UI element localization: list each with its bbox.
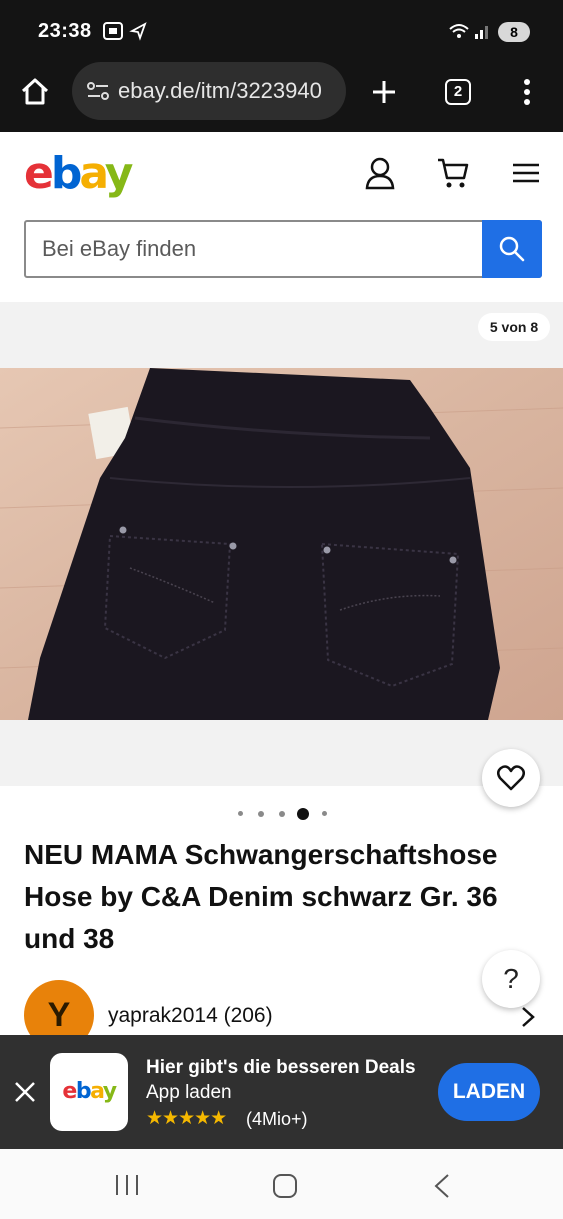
close-icon[interactable] xyxy=(14,1081,36,1108)
recent-apps-icon[interactable] xyxy=(114,1174,140,1201)
product-photo[interactable] xyxy=(0,368,563,720)
heart-icon xyxy=(497,765,525,796)
site-header: ebay xyxy=(0,132,563,302)
home-button-icon[interactable] xyxy=(272,1173,298,1204)
more-menu-icon[interactable] xyxy=(518,78,536,111)
banner-subline: App laden xyxy=(146,1082,232,1103)
screenshot-icon xyxy=(102,20,124,42)
seller-name[interactable]: yaprak2014 (206) xyxy=(108,1004,273,1028)
url-text: ebay.de/itm/3223940 xyxy=(118,78,322,103)
pagination-dot[interactable] xyxy=(238,811,243,816)
chevron-right-icon[interactable] xyxy=(520,1006,536,1033)
help-button[interactable]: ? xyxy=(482,950,540,1008)
browser-toolbar: ebay.de/itm/3223940 2 xyxy=(0,62,563,132)
system-navigation-bar xyxy=(0,1149,563,1219)
location-icon xyxy=(128,20,150,42)
wifi-icon xyxy=(448,20,470,42)
account-icon[interactable] xyxy=(364,156,396,195)
product-title: NEU MAMA Schwangerschaftshose Hose by C&… xyxy=(24,839,498,954)
pagination-dot[interactable] xyxy=(258,811,264,817)
image-counter: 5 von 8 xyxy=(478,313,550,341)
site-settings-icon[interactable] xyxy=(86,80,110,107)
url-bar[interactable]: ebay.de/itm/3223940 xyxy=(72,62,346,120)
status-bar: 23:38 8 xyxy=(0,0,563,62)
tab-switcher-button[interactable]: 2 xyxy=(445,79,471,105)
search-input[interactable] xyxy=(42,232,472,266)
install-app-button[interactable]: LADEN xyxy=(438,1063,540,1121)
pagination-dot[interactable] xyxy=(322,811,327,816)
back-icon[interactable] xyxy=(432,1173,452,1204)
home-icon[interactable] xyxy=(20,77,50,112)
search-icon xyxy=(498,235,526,268)
battery-indicator: 8 xyxy=(498,22,530,42)
search-field[interactable] xyxy=(24,220,542,278)
app-install-banner: ebay Hier gibt's die besseren Deals App … xyxy=(0,1035,563,1149)
signal-icon xyxy=(472,20,494,42)
image-gallery[interactable]: 5 von 8 xyxy=(0,302,563,807)
search-button[interactable] xyxy=(482,220,542,278)
ebay-app-icon: ebay xyxy=(50,1053,128,1131)
pagination-dot-active[interactable] xyxy=(297,808,309,820)
banner-headline: Hier gibt's die besseren Deals xyxy=(146,1057,416,1078)
clock: 23:38 xyxy=(38,20,92,42)
gallery-pagination xyxy=(230,806,340,822)
rating-count: (4Mio+) xyxy=(246,1109,308,1129)
ebay-logo[interactable]: ebay xyxy=(24,148,133,199)
cart-icon[interactable] xyxy=(436,156,470,195)
hamburger-menu-icon[interactable] xyxy=(512,162,540,189)
new-tab-icon[interactable] xyxy=(370,78,398,111)
watchlist-button[interactable] xyxy=(482,749,540,807)
pagination-dot[interactable] xyxy=(279,811,285,817)
rating-stars: ★★★★★ xyxy=(146,1108,227,1129)
